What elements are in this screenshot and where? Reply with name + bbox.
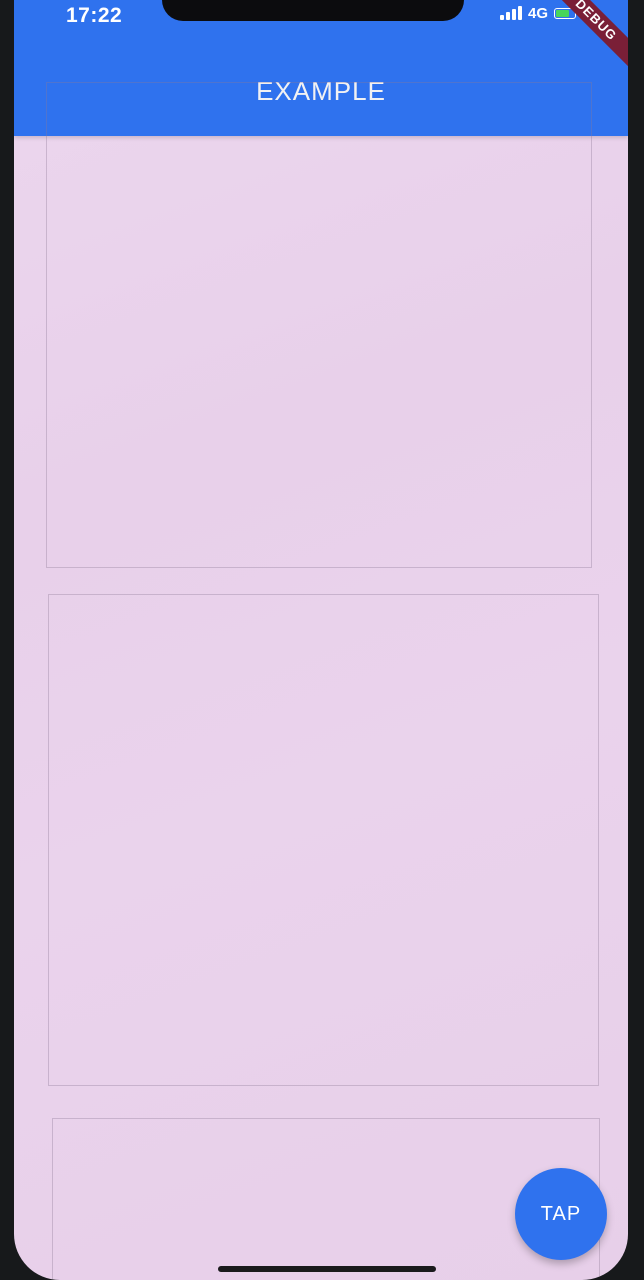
list-item[interactable] [48,594,599,1086]
list-item[interactable] [46,82,592,568]
status-time: 17:22 [66,4,123,27]
status-indicators: 4G [499,0,576,26]
device-frame: 17:22 4G DEBUG EXAMPLE TAP [0,0,644,1280]
signal-icon [499,6,522,20]
tap-button[interactable]: TAP [515,1168,607,1260]
app-screen: 17:22 4G DEBUG EXAMPLE TAP [14,0,628,1280]
camera-notch [162,0,464,21]
home-indicator[interactable] [218,1266,436,1272]
network-type: 4G [527,4,548,22]
